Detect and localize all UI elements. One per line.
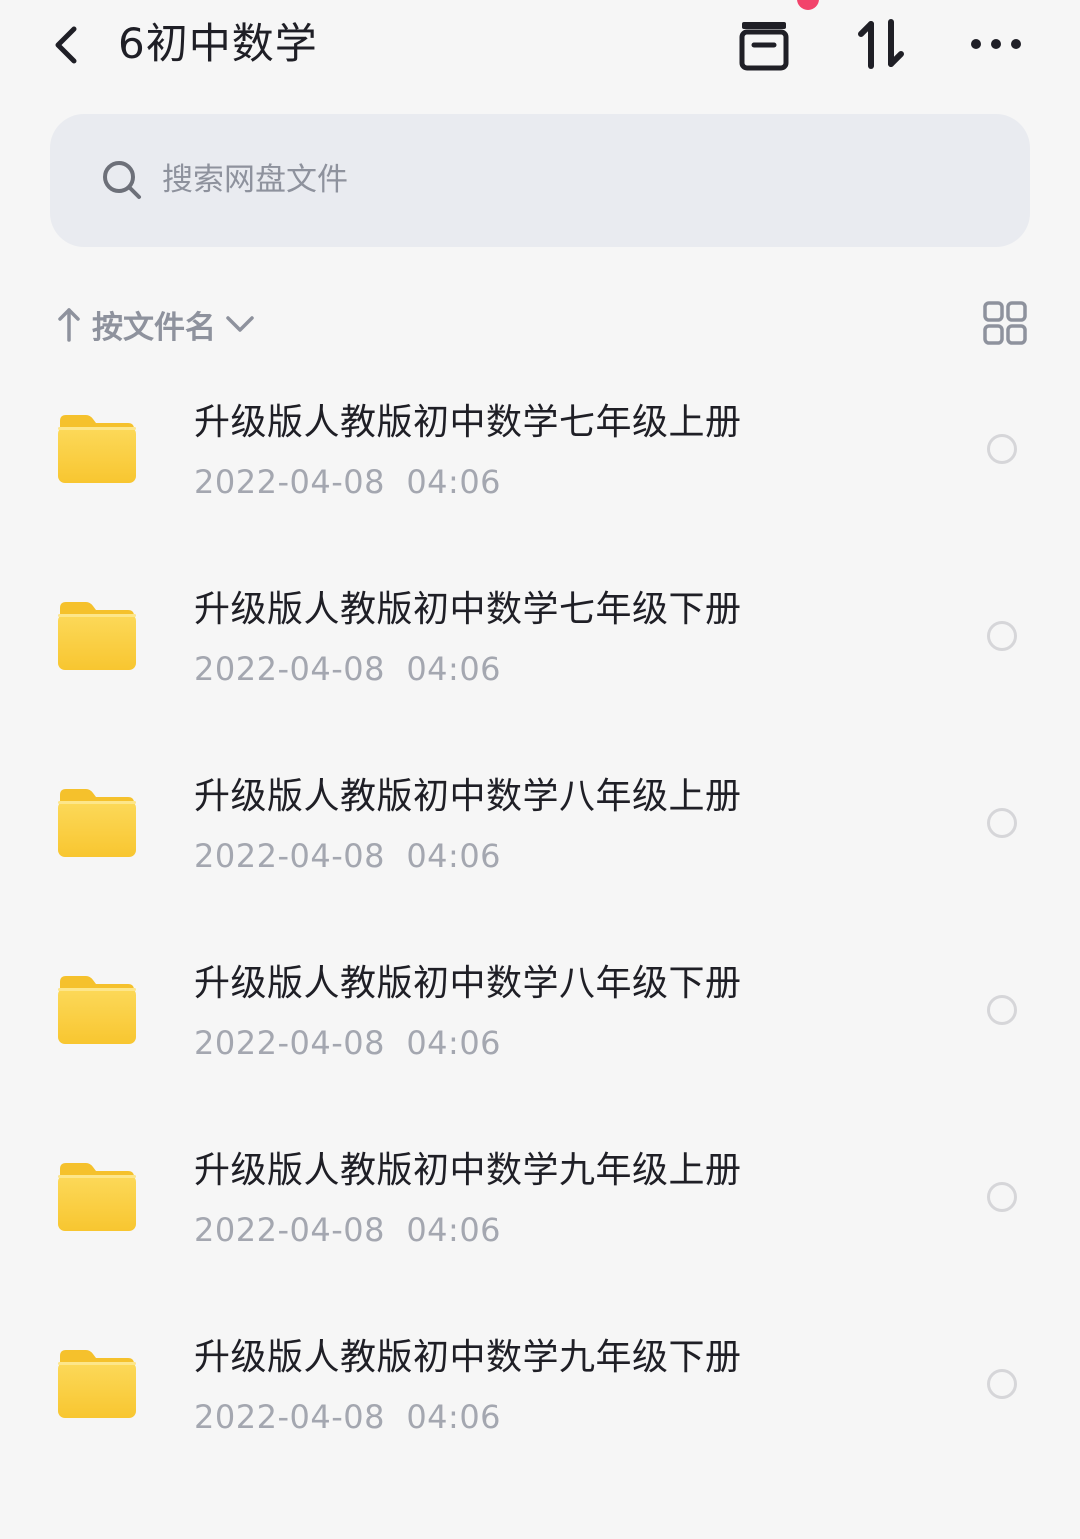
arrow-up-icon xyxy=(58,308,80,342)
file-name: 升级版人教版初中数学八年级上册 xyxy=(194,776,742,817)
back-button[interactable] xyxy=(42,18,92,72)
search-icon xyxy=(103,161,141,199)
archive-button[interactable] xyxy=(734,14,794,74)
more-button[interactable] xyxy=(966,14,1026,74)
file-row[interactable]: 升级版人教版初中数学九年级上册 2022-04-08 04:06 xyxy=(0,1105,1080,1292)
grid-view-icon[interactable] xyxy=(982,300,1028,346)
file-name: 升级版人教版初中数学七年级上册 xyxy=(194,402,742,443)
file-name: 升级版人教版初中数学九年级下册 xyxy=(194,1337,742,1378)
sort-label: 按文件名 xyxy=(92,309,216,346)
more-dots-icon xyxy=(971,39,1021,49)
select-radio[interactable] xyxy=(987,1369,1017,1399)
select-radio[interactable] xyxy=(987,995,1017,1025)
transfer-button[interactable] xyxy=(851,14,911,74)
transfer-arrows-icon xyxy=(858,19,904,69)
file-name: 升级版人教版初中数学八年级下册 xyxy=(194,963,742,1004)
folder-icon xyxy=(58,415,136,483)
page-title: 6初中数学 xyxy=(118,19,318,68)
select-radio[interactable] xyxy=(987,808,1017,838)
chevron-down-icon xyxy=(226,316,254,332)
file-row[interactable]: 升级版人教版初中数学八年级上册 2022-04-08 04:06 xyxy=(0,731,1080,918)
archive-box-icon xyxy=(739,22,789,71)
file-name: 升级版人教版初中数学七年级下册 xyxy=(194,589,742,630)
file-date: 2022-04-08 04:06 xyxy=(194,837,502,875)
search-input[interactable] xyxy=(162,154,862,206)
select-radio[interactable] xyxy=(987,434,1017,464)
folder-icon xyxy=(58,1350,136,1418)
file-date: 2022-04-08 04:06 xyxy=(194,1398,502,1436)
file-name: 升级版人教版初中数学九年级上册 xyxy=(194,1150,742,1191)
chevron-left-icon xyxy=(55,26,77,64)
select-radio[interactable] xyxy=(987,1182,1017,1212)
folder-icon xyxy=(58,1163,136,1231)
file-row[interactable]: 升级版人教版初中数学七年级上册 2022-04-08 04:06 xyxy=(0,357,1080,544)
top-bar: 6初中数学 xyxy=(0,0,1080,95)
file-date: 2022-04-08 04:06 xyxy=(194,1024,502,1062)
file-list: 升级版人教版初中数学七年级上册 2022-04-08 04:06 升级版人教版初… xyxy=(0,357,1080,1479)
file-row[interactable]: 升级版人教版初中数学九年级下册 2022-04-08 04:06 xyxy=(0,1292,1080,1479)
file-date: 2022-04-08 04:06 xyxy=(194,1211,502,1249)
file-row[interactable]: 升级版人教版初中数学七年级下册 2022-04-08 04:06 xyxy=(0,544,1080,731)
file-date: 2022-04-08 04:06 xyxy=(194,650,502,688)
folder-icon xyxy=(58,602,136,670)
folder-icon xyxy=(58,789,136,857)
folder-icon xyxy=(58,976,136,1044)
select-radio[interactable] xyxy=(987,621,1017,651)
file-row[interactable]: 升级版人教版初中数学八年级下册 2022-04-08 04:06 xyxy=(0,918,1080,1105)
sort-control[interactable]: 按文件名 xyxy=(56,296,256,352)
file-date: 2022-04-08 04:06 xyxy=(194,463,502,501)
